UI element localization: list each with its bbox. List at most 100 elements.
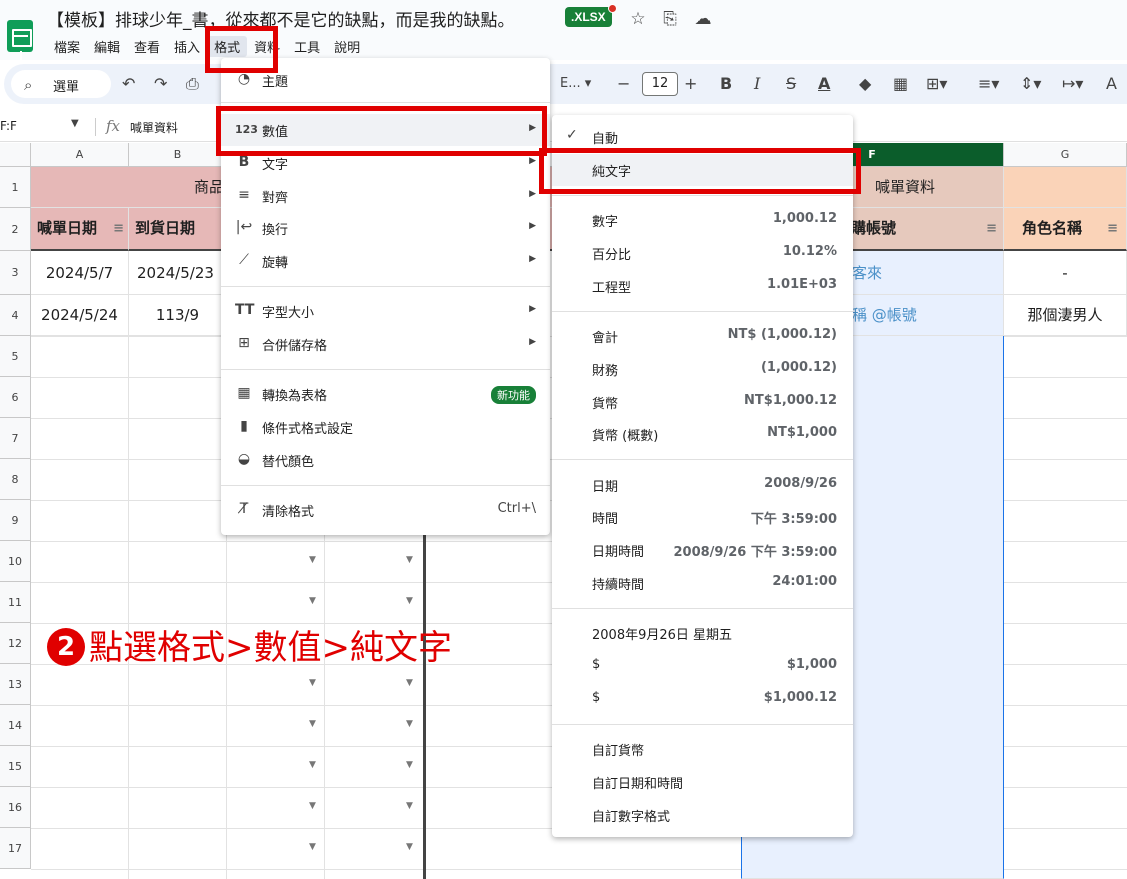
strikethrough-icon[interactable]: S [786, 74, 796, 94]
text-wrap-icon[interactable]: ↦▾ [1062, 74, 1083, 94]
cell-dropdown-icon[interactable]: ▼ [406, 801, 413, 811]
row-header[interactable]: 13 [0, 664, 31, 705]
select-all-corner[interactable] [0, 143, 31, 167]
undo-icon[interactable]: ↶ [122, 74, 135, 94]
column-label-order-date[interactable]: 喊單日期 ≡ [31, 208, 129, 251]
column-header-b[interactable]: B [129, 143, 227, 167]
number-format-dollar-rounded[interactable]: $ $1,000 [552, 650, 853, 682]
format-menu-font-size[interactable]: TT 字型大小 ▶ [221, 295, 550, 327]
filter-icon[interactable]: ≡ [986, 208, 997, 249]
format-menu-theme[interactable]: ◔ 主題 [221, 64, 550, 96]
cell-dropdown-icon[interactable]: ▼ [309, 555, 316, 565]
number-format-currency-rounded[interactable]: 貨幣 (概數) NT$1,000 [552, 418, 853, 450]
text-color-icon[interactable]: A [818, 74, 830, 94]
number-format-dollar[interactable]: $ $1,000.12 [552, 683, 853, 715]
sheets-logo-icon[interactable] [7, 20, 33, 63]
row-header[interactable]: 4 [0, 295, 31, 336]
merge-cells-icon[interactable]: ⊞▾ [926, 74, 947, 94]
row-header[interactable]: 14 [0, 705, 31, 746]
number-format-datetime[interactable]: 日期時間 2008/9/26 下午 3:59:00 [552, 534, 853, 566]
number-format-duration[interactable]: 持續時間 24:01:00 [552, 567, 853, 599]
format-menu-number[interactable]: 123 數值 ▶ [221, 114, 550, 146]
column-label-arrival-date[interactable]: 到貨日期 [129, 208, 227, 251]
vertical-align-icon[interactable]: ⇕▾ [1020, 74, 1041, 94]
borders-icon[interactable]: ▦ [893, 74, 908, 94]
formula-input[interactable]: 喊單資料 [130, 119, 178, 136]
font-size-input[interactable]: 12 [642, 72, 678, 96]
increase-font-size-icon[interactable]: + [684, 74, 697, 94]
cell-dropdown-icon[interactable]: ▼ [309, 760, 316, 770]
format-menu-text[interactable]: B 文字 ▶ [221, 147, 550, 179]
fill-color-icon[interactable]: ◆ [859, 74, 871, 94]
format-menu-conditional[interactable]: ▮ 條件式格式設定 [221, 411, 550, 443]
cell[interactable]: 那個淒男人 [1004, 295, 1127, 336]
row-header[interactable]: 17 [0, 828, 31, 869]
row-header[interactable]: 11 [0, 582, 31, 623]
horizontal-align-icon[interactable]: ≡▾ [978, 74, 999, 94]
menu-insert[interactable]: 插入 [167, 36, 207, 57]
number-format-plain-text[interactable]: 純文字 [552, 154, 853, 186]
menu-format[interactable]: 格式 [207, 36, 248, 57]
menu-search-box[interactable]: ⌕ 選單 [11, 70, 111, 98]
number-format-scientific[interactable]: 工程型 1.01E+03 [552, 270, 853, 302]
number-format-long-date[interactable]: 2008年9月26日 星期五 [552, 617, 853, 649]
format-menu-convert-table[interactable]: ▦ 轉換為表格 新功能 [221, 378, 550, 410]
decrease-font-size-icon[interactable]: − [617, 74, 630, 94]
row-header[interactable]: 1 [0, 167, 31, 208]
row-header[interactable]: 16 [0, 787, 31, 828]
number-format-custom-datetime[interactable]: 自訂日期和時間 [552, 766, 853, 798]
row-header[interactable]: 7 [0, 418, 31, 459]
number-format-currency[interactable]: 貨幣 NT$1,000.12 [552, 386, 853, 418]
number-format-custom-currency[interactable]: 自訂貨幣 [552, 733, 853, 765]
cell[interactable]: 113/9 [129, 295, 227, 336]
row-header[interactable]: 8 [0, 459, 31, 500]
number-format-number[interactable]: 數字 1,000.12 [552, 204, 853, 236]
row-header[interactable]: 15 [0, 746, 31, 787]
cell[interactable]: - [1004, 251, 1127, 295]
row-header[interactable]: 10 [0, 541, 31, 582]
cell-dropdown-icon[interactable]: ▼ [309, 801, 316, 811]
menu-view[interactable]: 查看 [127, 36, 167, 57]
column-header-g[interactable]: G [1004, 143, 1127, 167]
cell-dropdown-icon[interactable]: ▼ [309, 842, 316, 852]
format-menu-rotate[interactable]: ⟋ 旋轉 ▶ [221, 245, 550, 277]
cell-dropdown-icon[interactable]: ▼ [406, 842, 413, 852]
font-family-dropdown[interactable]: E... ▾ [560, 74, 591, 94]
bold-icon[interactable]: B [720, 74, 732, 94]
number-format-custom-number[interactable]: 自訂數字格式 [552, 799, 853, 831]
cell[interactable]: 2024/5/23 [129, 251, 227, 295]
row-header[interactable]: 3 [0, 251, 31, 295]
file-type-badge[interactable]: .XLSX [565, 7, 612, 27]
menu-tools[interactable]: 工具 [287, 36, 327, 57]
cell-dropdown-icon[interactable]: ▼ [406, 719, 413, 729]
cell[interactable]: 2024/5/24 [31, 295, 129, 336]
italic-icon[interactable]: I [754, 74, 760, 94]
format-menu-wrap[interactable]: |↩ 換行 ▶ [221, 212, 550, 244]
format-menu-clear[interactable]: T̸ 清除格式 Ctrl+\ [221, 494, 550, 526]
document-title[interactable]: 【模板】排球少年_書，從來都不是它的缺點，而是我的缺點。 [47, 6, 515, 31]
cell[interactable]: 2024/5/7 [31, 251, 129, 295]
number-format-auto[interactable]: ✓ 自動 [552, 121, 853, 153]
print-icon[interactable]: ⎙ [186, 74, 199, 94]
row-header[interactable]: 5 [0, 336, 31, 377]
number-format-percent[interactable]: 百分比 10.12% [552, 237, 853, 269]
menu-help[interactable]: 說明 [327, 36, 367, 57]
format-menu-merge[interactable]: ⊞ 合併儲存格 ▶ [221, 328, 550, 360]
column-header-a[interactable]: A [31, 143, 129, 167]
text-rotation-icon[interactable]: A [1106, 74, 1117, 94]
menu-edit[interactable]: 編輯 [87, 36, 127, 57]
star-icon[interactable]: ☆ [628, 9, 648, 29]
row-header[interactable]: 6 [0, 377, 31, 418]
redo-icon[interactable]: ↷ [154, 74, 167, 94]
menu-data[interactable]: 資料 [247, 36, 287, 57]
number-format-accounting[interactable]: 會計 NT$ (1,000.12) [552, 320, 853, 352]
number-format-date[interactable]: 日期 2008/9/26 [552, 469, 853, 501]
cell-dropdown-icon[interactable]: ▼ [309, 678, 316, 688]
chevron-down-icon[interactable]: ▼ [71, 118, 79, 129]
format-menu-align[interactable]: ≡ 對齊 ▶ [221, 180, 550, 212]
filter-icon[interactable]: ≡ [1107, 208, 1118, 249]
row-header[interactable]: 9 [0, 500, 31, 541]
cell-dropdown-icon[interactable]: ▼ [309, 596, 316, 606]
menu-file[interactable]: 檔案 [47, 36, 87, 57]
cell-dropdown-icon[interactable]: ▼ [406, 760, 413, 770]
